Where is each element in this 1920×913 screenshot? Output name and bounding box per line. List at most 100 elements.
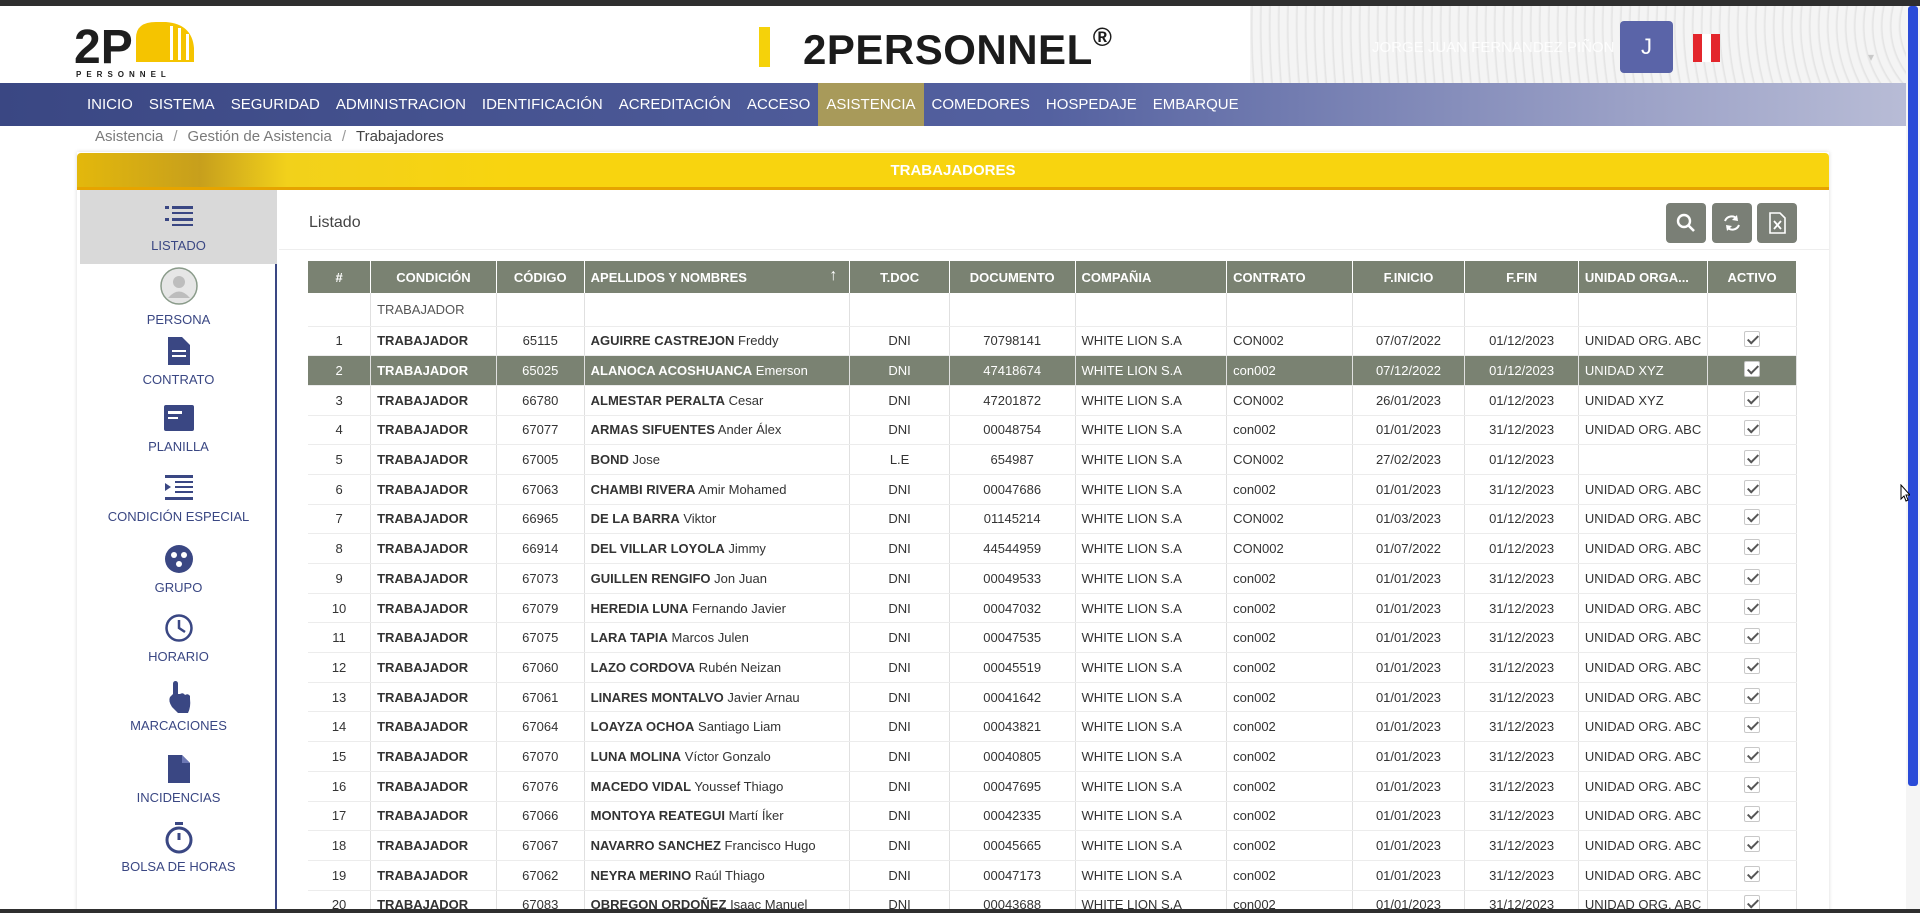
active-checkbox[interactable] [1744,479,1761,496]
scrollbar-thumb[interactable] [1908,6,1918,786]
sidebar-item-grupo[interactable]: GRUPO [80,540,277,608]
table-row[interactable]: 8 TRABAJADOR 66914 DEL VILLAR LOYOLA Jimmy D… [308,533,1797,564]
table-row[interactable]: 3 TRABAJADOR 66780 ALMESTAR PERALTA Cesar DN… [308,385,1797,416]
filter-cell[interactable] [949,293,1076,327]
active-checkbox[interactable] [1744,390,1761,407]
sidebar-item-marcaciones[interactable]: MARCACIONES [80,678,277,746]
active-checkbox[interactable] [1744,836,1761,853]
table-row[interactable]: 4 TRABAJADOR 67077 ARMAS SIFUENTES Ander Ál… [308,415,1797,446]
table-row[interactable]: 2 TRABAJADOR 65025 ALANOCA ACOSHUANCA Emers… [308,355,1797,386]
table-row[interactable]: 6 TRABAJADOR 67063 CHAMBI RIVERA Amir Moham… [308,474,1797,505]
table-row[interactable]: 11 TRABAJADOR 67075 LARA TAPIA Marcos Julen… [308,622,1797,654]
nav-item-embarque[interactable]: EMBARQUE [1145,83,1247,126]
cell-unidad: UNIDAD ORG. ABC [1578,652,1709,683]
surname-text: ALANOCA ACOSHUANCA [590,363,753,379]
active-checkbox[interactable] [1744,746,1761,763]
active-checkbox[interactable] [1744,687,1761,704]
filter-cell[interactable] [1464,293,1579,327]
active-checkbox[interactable] [1744,628,1761,645]
breadcrumb-item-gestion[interactable]: Gestión de Asistencia [188,128,332,145]
col-header-tdoc[interactable]: T.DOC [849,261,950,293]
table-row[interactable]: 10 TRABAJADOR 67079 HEREDIA LUNA Fernando J… [308,593,1797,624]
chevron-down-icon[interactable]: ▾ [1868,50,1874,64]
col-header-activo[interactable]: ACTIVO [1707,261,1797,293]
refresh-button[interactable] [1712,203,1752,243]
active-checkbox[interactable] [1744,568,1761,585]
sidebar-item-horario[interactable]: HORARIO [80,609,277,677]
col-header-codigo[interactable]: CÓDIGO [496,261,585,293]
table-row[interactable]: 7 TRABAJADOR 66965 DE LA BARRA Viktor DNI 011… [308,504,1797,535]
sidebar-item-listado[interactable]: LISTADO [80,190,277,264]
table-row[interactable]: 1 TRABAJADOR 65115 AGUIRRE CASTREJON Freddy… [308,326,1797,357]
active-checkbox[interactable] [1744,717,1761,734]
search-button[interactable] [1666,203,1706,243]
table-row[interactable]: 18 TRABAJADOR 67067 NAVARRO SANCHEZ Francis… [308,830,1797,861]
active-checkbox[interactable] [1744,598,1761,615]
sidebar-item-contrato[interactable]: CONTRATO [80,332,277,400]
nav-item-identificacion[interactable]: IDENTIFICACIÓN [474,83,611,126]
language-flag-icon[interactable] [1693,34,1720,62]
active-checkbox[interactable] [1744,509,1761,526]
nav-item-asistencia[interactable]: ASISTENCIA [818,83,924,126]
col-header-apellidos[interactable]: APELLIDOS Y NOMBRES ↑ [584,261,851,293]
brand-logo[interactable]: 2P PERSONNEL [74,18,196,80]
user-avatar-button[interactable]: J [1620,21,1673,73]
filter-cell[interactable] [1707,293,1797,327]
table-row[interactable]: 5 TRABAJADOR 67005 BOND Jose L.E 654987 WHITE … [308,444,1797,475]
filter-cell[interactable] [308,293,372,327]
table-row[interactable]: 14 TRABAJADOR 67064 LOAYZA OCHOA Santiago L… [308,711,1797,743]
active-checkbox[interactable] [1744,331,1761,348]
row-number: 19 [308,860,372,891]
nav-item-administracion[interactable]: ADMINISTRACION [328,83,474,126]
breadcrumb-item-asistencia[interactable]: Asistencia [95,128,163,145]
nav-item-seguridad[interactable]: SEGURIDAD [223,83,328,126]
filter-cell[interactable] [584,293,851,327]
cell-codigo: 67070 [496,741,585,772]
table-row[interactable]: 13 TRABAJADOR 67061 LINARES MONTALVO Javier… [308,682,1797,713]
table-row[interactable]: 9 TRABAJADOR 67073 GUILLEN RENGIFO Jon Juan… [308,563,1797,594]
filter-cell[interactable] [1075,293,1228,327]
nav-item-hospedaje[interactable]: HOSPEDAJE [1038,83,1145,126]
cell-finicio: 01/01/2023 [1352,860,1466,891]
col-header-documento[interactable]: DOCUMENTO [949,261,1076,293]
col-header-unidad[interactable]: UNIDAD ORGA... [1578,261,1709,293]
table-row[interactable]: 16 TRABAJADOR 67076 MACEDO VIDAL Youssef Th… [308,771,1797,802]
table-row[interactable]: 15 TRABAJADOR 67070 LUNA MOLINA Víctor Gonz… [308,741,1797,772]
page-scrollbar[interactable] [1906,6,1920,913]
active-checkbox[interactable] [1744,806,1761,823]
table-row[interactable]: 17 TRABAJADOR 67066 MONTOYA REATEGUI Martí … [308,801,1797,832]
filter-cell[interactable] [1578,293,1709,327]
user-name[interactable]: JORGE JUAN FERNANDEZ PIÑON [1372,39,1615,56]
active-checkbox[interactable] [1744,657,1761,674]
export-excel-button[interactable] [1757,203,1797,243]
table-row[interactable]: 12 TRABAJADOR 67060 LAZO CORDOVA Rubén Neiz… [308,652,1797,683]
col-header-ffin[interactable]: F.FIN [1464,261,1579,293]
col-header-finicio[interactable]: F.INICIO [1352,261,1466,293]
nav-item-inicio[interactable]: INICIO [79,83,141,126]
col-header-number[interactable]: # [308,261,372,293]
filter-condicion[interactable]: TRABAJADOR [370,293,497,327]
active-checkbox[interactable] [1744,539,1761,556]
nav-item-comedores[interactable]: COMEDORES [924,83,1038,126]
col-header-contrato[interactable]: CONTRATO [1226,261,1353,293]
active-checkbox[interactable] [1744,420,1761,437]
active-checkbox[interactable] [1744,776,1761,793]
col-header-compania[interactable]: COMPAÑIA [1075,261,1228,293]
active-checkbox[interactable] [1744,361,1761,378]
sidebar-item-incidencias[interactable]: INCIDENCIAS [80,750,277,818]
sidebar-item-planilla[interactable]: PLANILLA [80,399,277,467]
filter-cell[interactable] [849,293,950,327]
table-row[interactable]: 19 TRABAJADOR 67062 NEYRA MERINO Raúl Thiag… [308,860,1797,891]
filter-cell[interactable] [496,293,585,327]
nav-item-acceso[interactable]: ACCESO [739,83,818,126]
active-checkbox[interactable] [1744,450,1761,467]
active-checkbox[interactable] [1744,865,1761,882]
col-header-condicion[interactable]: CONDICIÓN [370,261,497,293]
sidebar-item-condicion-especial[interactable]: CONDICIÓN ESPECIAL [80,469,277,537]
sidebar-item-persona[interactable]: PERSONA [80,262,277,330]
filter-cell[interactable] [1352,293,1466,327]
nav-item-acreditacion[interactable]: ACREDITACIÓN [611,83,739,126]
sidebar-item-bolsa-de-horas[interactable]: BOLSA DE HORAS [80,819,277,887]
nav-item-sistema[interactable]: SISTEMA [141,83,223,126]
filter-cell[interactable] [1226,293,1353,327]
